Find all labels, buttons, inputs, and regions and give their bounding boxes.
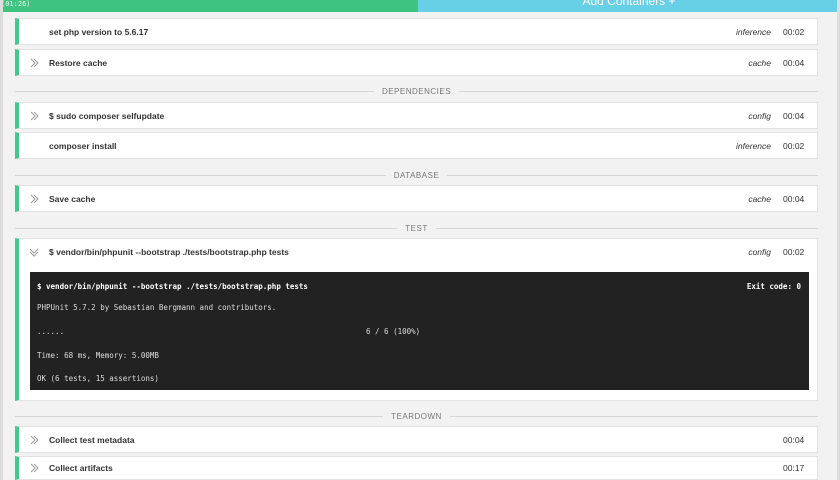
section-label: TEST — [405, 223, 428, 233]
divider-line — [15, 227, 398, 229]
step-duration: 00:02 — [783, 26, 805, 37]
step-duration: 00:04 — [783, 434, 805, 445]
exit-code: Exit code: 0 — [746, 282, 801, 291]
section-divider-test: TEST — [15, 223, 819, 233]
terminal-line: OK (6 tests, 15 assertions) — [37, 374, 159, 383]
section-label: DEPENDENCIES — [381, 86, 452, 96]
terminal-line: Time: 68 ms, Memory: 5.00MB — [37, 351, 159, 360]
step-duration: 00:17 — [783, 463, 805, 473]
step-tag: cache — [748, 193, 771, 204]
section-divider-teardown: TEARDOWN — [15, 411, 819, 421]
terminal-progress-dots: ...... — [37, 327, 65, 336]
divider-line — [447, 174, 818, 176]
chevron-right-icon[interactable] — [19, 434, 49, 446]
step-collect-test-metadata[interactable]: Collect test metadata 00:04 — [15, 426, 818, 453]
step-tag: config — [748, 110, 771, 121]
step-phpunit-header[interactable]: $ vendor/bin/phpunit --bootstrap ./tests… — [19, 239, 817, 265]
step-duration: 00:02 — [783, 140, 805, 151]
build-timer: (01:26) — [1, 0, 31, 8]
step-collect-artifacts[interactable]: Collect artifacts 00:17 — [15, 456, 818, 480]
chevron-right-icon[interactable] — [19, 110, 49, 122]
divider-line — [449, 415, 819, 417]
step-title: Collect test metadata — [49, 434, 135, 445]
step-duration: 00:02 — [783, 247, 805, 257]
terminal-progress-count: 6 / 6 (100%) — [366, 327, 421, 336]
step-set-php-version[interactable]: set php version to 5.6.17 inference 00:0… — [15, 18, 818, 45]
divider-line — [435, 227, 819, 229]
step-composer-selfupdate[interactable]: $ sudo composer selfupdate config 00:04 — [15, 102, 818, 129]
chevron-down-icon[interactable] — [19, 246, 49, 258]
step-title: composer install — [49, 140, 117, 151]
step-save-cache[interactable]: Save cache cache 00:04 — [15, 185, 818, 212]
section-divider-database: DATABASE — [15, 170, 818, 180]
divider-line — [15, 174, 386, 176]
divider-line — [15, 415, 384, 417]
step-restore-cache[interactable]: Restore cache cache 00:04 — [15, 49, 818, 76]
step-tag: inference — [736, 140, 771, 151]
add-containers-label: Add Containers + — [582, 0, 676, 8]
step-tag: config — [748, 247, 771, 257]
step-title: $ sudo composer selfupdate — [49, 110, 165, 121]
step-duration: 00:04 — [783, 57, 805, 68]
terminal-command: $ vendor/bin/phpunit --bootstrap ./tests… — [37, 282, 308, 291]
step-composer-install[interactable]: composer install inference 00:02 — [15, 132, 818, 159]
step-tag: cache — [748, 57, 771, 68]
section-label: DATABASE — [393, 170, 440, 180]
step-title: set php version to 5.6.17 — [49, 26, 149, 37]
chevron-right-icon[interactable] — [19, 193, 49, 205]
step-title: Save cache — [49, 193, 96, 204]
step-title: Collect artifacts — [49, 463, 113, 473]
section-label: TEARDOWN — [391, 411, 442, 421]
step-tag: inference — [736, 26, 771, 37]
terminal-output: $ vendor/bin/phpunit --bootstrap ./tests… — [30, 272, 809, 390]
top-progress-bar: (01:26) Add Containers + — [0, 0, 840, 12]
step-duration: 00:04 — [783, 110, 805, 121]
divider-line — [15, 90, 374, 92]
divider-line — [459, 90, 818, 92]
add-containers-button[interactable]: Add Containers + — [418, 0, 840, 12]
step-duration: 00:04 — [783, 193, 805, 204]
terminal-line: PHPUnit 5.7.2 by Sebastian Bergmann and … — [37, 303, 277, 312]
chevron-right-icon[interactable] — [19, 57, 49, 69]
step-title: $ vendor/bin/phpunit --bootstrap ./tests… — [49, 247, 289, 257]
build-progress-segment: (01:26) — [0, 0, 418, 12]
step-phpunit-expanded: $ vendor/bin/phpunit --bootstrap ./tests… — [15, 238, 818, 401]
section-divider-dependencies: DEPENDENCIES — [15, 86, 818, 96]
left-edge — [0, 0, 3, 480]
chevron-right-icon[interactable] — [19, 462, 49, 474]
step-title: Restore cache — [49, 57, 108, 68]
